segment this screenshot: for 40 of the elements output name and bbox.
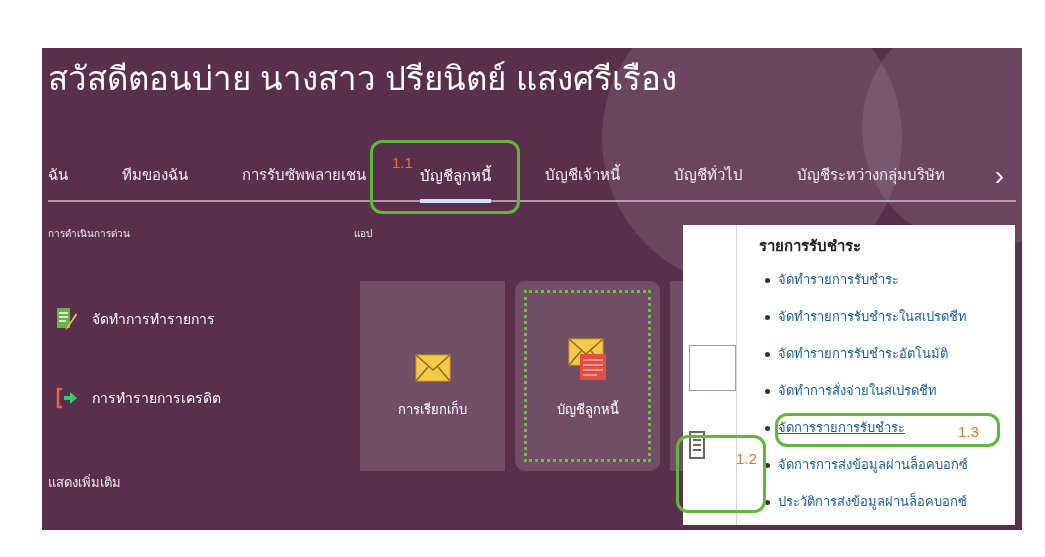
bullet-icon [765,425,770,431]
greeting-title: สวัสดีตอนบ่าย นางสาว ปรียนิตย์ แสงศรีเรือง [48,59,678,99]
menu-link[interactable]: จัดการรายการรับชำระ [778,418,905,438]
tab[interactable]: บัญชีระหว่างกลุ่มบริษัท [797,163,945,200]
step-number: 1.2 [736,449,757,469]
bullet-icon [765,351,770,357]
tab[interactable]: บัญชีทั่วไป [674,163,743,200]
menu-link[interactable]: จัดการการส่งข้อมูลผ่านล็อคบอกซ์ [778,455,968,475]
menu-link[interactable]: จัดทำรายการรับชำระ [778,270,899,290]
menu-heading: รายการรับชำระ [759,236,862,256]
app-tile[interactable]: การเรียกเก็บ [360,281,505,471]
tab[interactable]: ทีมของฉัน [122,163,188,200]
bullet-icon [765,499,770,505]
tab[interactable]: การรับซัพพลายเชน [242,163,366,200]
quick-action-link[interactable]: จัดทำการทำรายการ [92,308,215,330]
envelope-icon [414,353,451,382]
exit-arrow-icon [56,387,78,409]
bullet-icon [765,388,770,394]
input-field[interactable] [689,345,736,391]
app-tile[interactable]: บัญชีลูกหนี้ [515,281,660,471]
document-icon[interactable] [689,431,705,459]
next-arrow[interactable]: › [994,162,1004,200]
envelope-document-icon [567,337,608,382]
menu-link[interactable]: ประวัติการส่งข้อมูลผ่านล็อคบอกซ์ [778,492,967,512]
notepad-pencil-icon [56,307,78,331]
menu-link[interactable]: จัดทำการสั่งจ่ายในสเปรดชีท [778,381,937,401]
quick-action-link[interactable]: การทำรายการเครดิต [92,387,221,409]
tab[interactable]: บัญชีลูกหนี้ [420,164,491,203]
step-number: 1.3 [958,422,979,442]
section-heading: การดำเนินการด่วน [48,227,131,241]
tab[interactable]: บัญชีเจ้าหนี้ [545,163,620,200]
section-heading: แอป [354,227,373,241]
bullet-icon [765,277,770,283]
menu-link[interactable]: จัดทำรายการรับชำระอัตโนมัติ [778,344,948,364]
menu-link[interactable]: จัดทำรายการรับชำระในสเปรดชีท [778,307,967,327]
bullet-icon [765,314,770,320]
show-more-link[interactable]: แสดงเพิ่มเติม [48,473,354,493]
bullet-icon [765,462,770,468]
step-number: 1.1 [392,153,413,173]
tab[interactable]: ฉัน [48,163,68,200]
